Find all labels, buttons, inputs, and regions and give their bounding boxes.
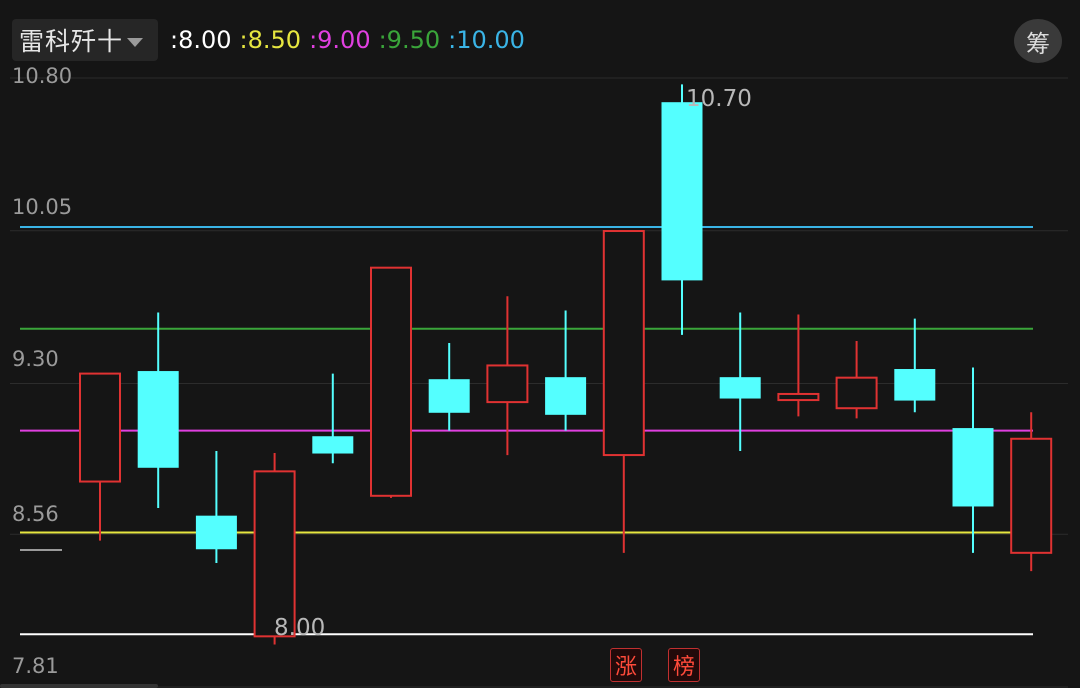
candle-body-9 bbox=[545, 377, 587, 415]
candle-body-13 bbox=[777, 392, 820, 402]
y-tick-4: 8.56 bbox=[12, 502, 59, 526]
candle-body-5 bbox=[312, 436, 354, 454]
candle-body-14 bbox=[835, 376, 878, 410]
candle-body-10 bbox=[602, 230, 645, 457]
candle-body-7 bbox=[428, 379, 470, 413]
high-price-label: 10.70 bbox=[686, 86, 752, 112]
candle-body-12 bbox=[719, 377, 761, 399]
candle-body-2 bbox=[137, 371, 179, 468]
candle-body-6 bbox=[370, 266, 412, 497]
candle-body-11 bbox=[661, 102, 703, 281]
y-tick-1: 10.80 bbox=[12, 64, 73, 88]
y-tick-3: 9.30 bbox=[12, 347, 59, 371]
candle-body-15 bbox=[894, 369, 936, 401]
y-tick-2: 10.05 bbox=[12, 195, 73, 219]
y-tick-5: 7.81 bbox=[12, 654, 59, 678]
candlestick-chart[interactable] bbox=[0, 0, 1080, 688]
candle-body-1 bbox=[79, 372, 121, 483]
candle-body-16 bbox=[952, 428, 994, 507]
candle-body-4 bbox=[253, 470, 296, 638]
ranking-badge[interactable]: 榜 bbox=[668, 648, 700, 682]
candle-body-3 bbox=[195, 515, 237, 550]
limit-up-badge[interactable]: 涨 bbox=[610, 648, 642, 682]
candle-body-17 bbox=[1010, 437, 1053, 554]
candle-body-8 bbox=[486, 364, 529, 404]
low-price-label: 8.00 bbox=[274, 615, 326, 641]
bottom-tab-indicator bbox=[0, 684, 158, 688]
